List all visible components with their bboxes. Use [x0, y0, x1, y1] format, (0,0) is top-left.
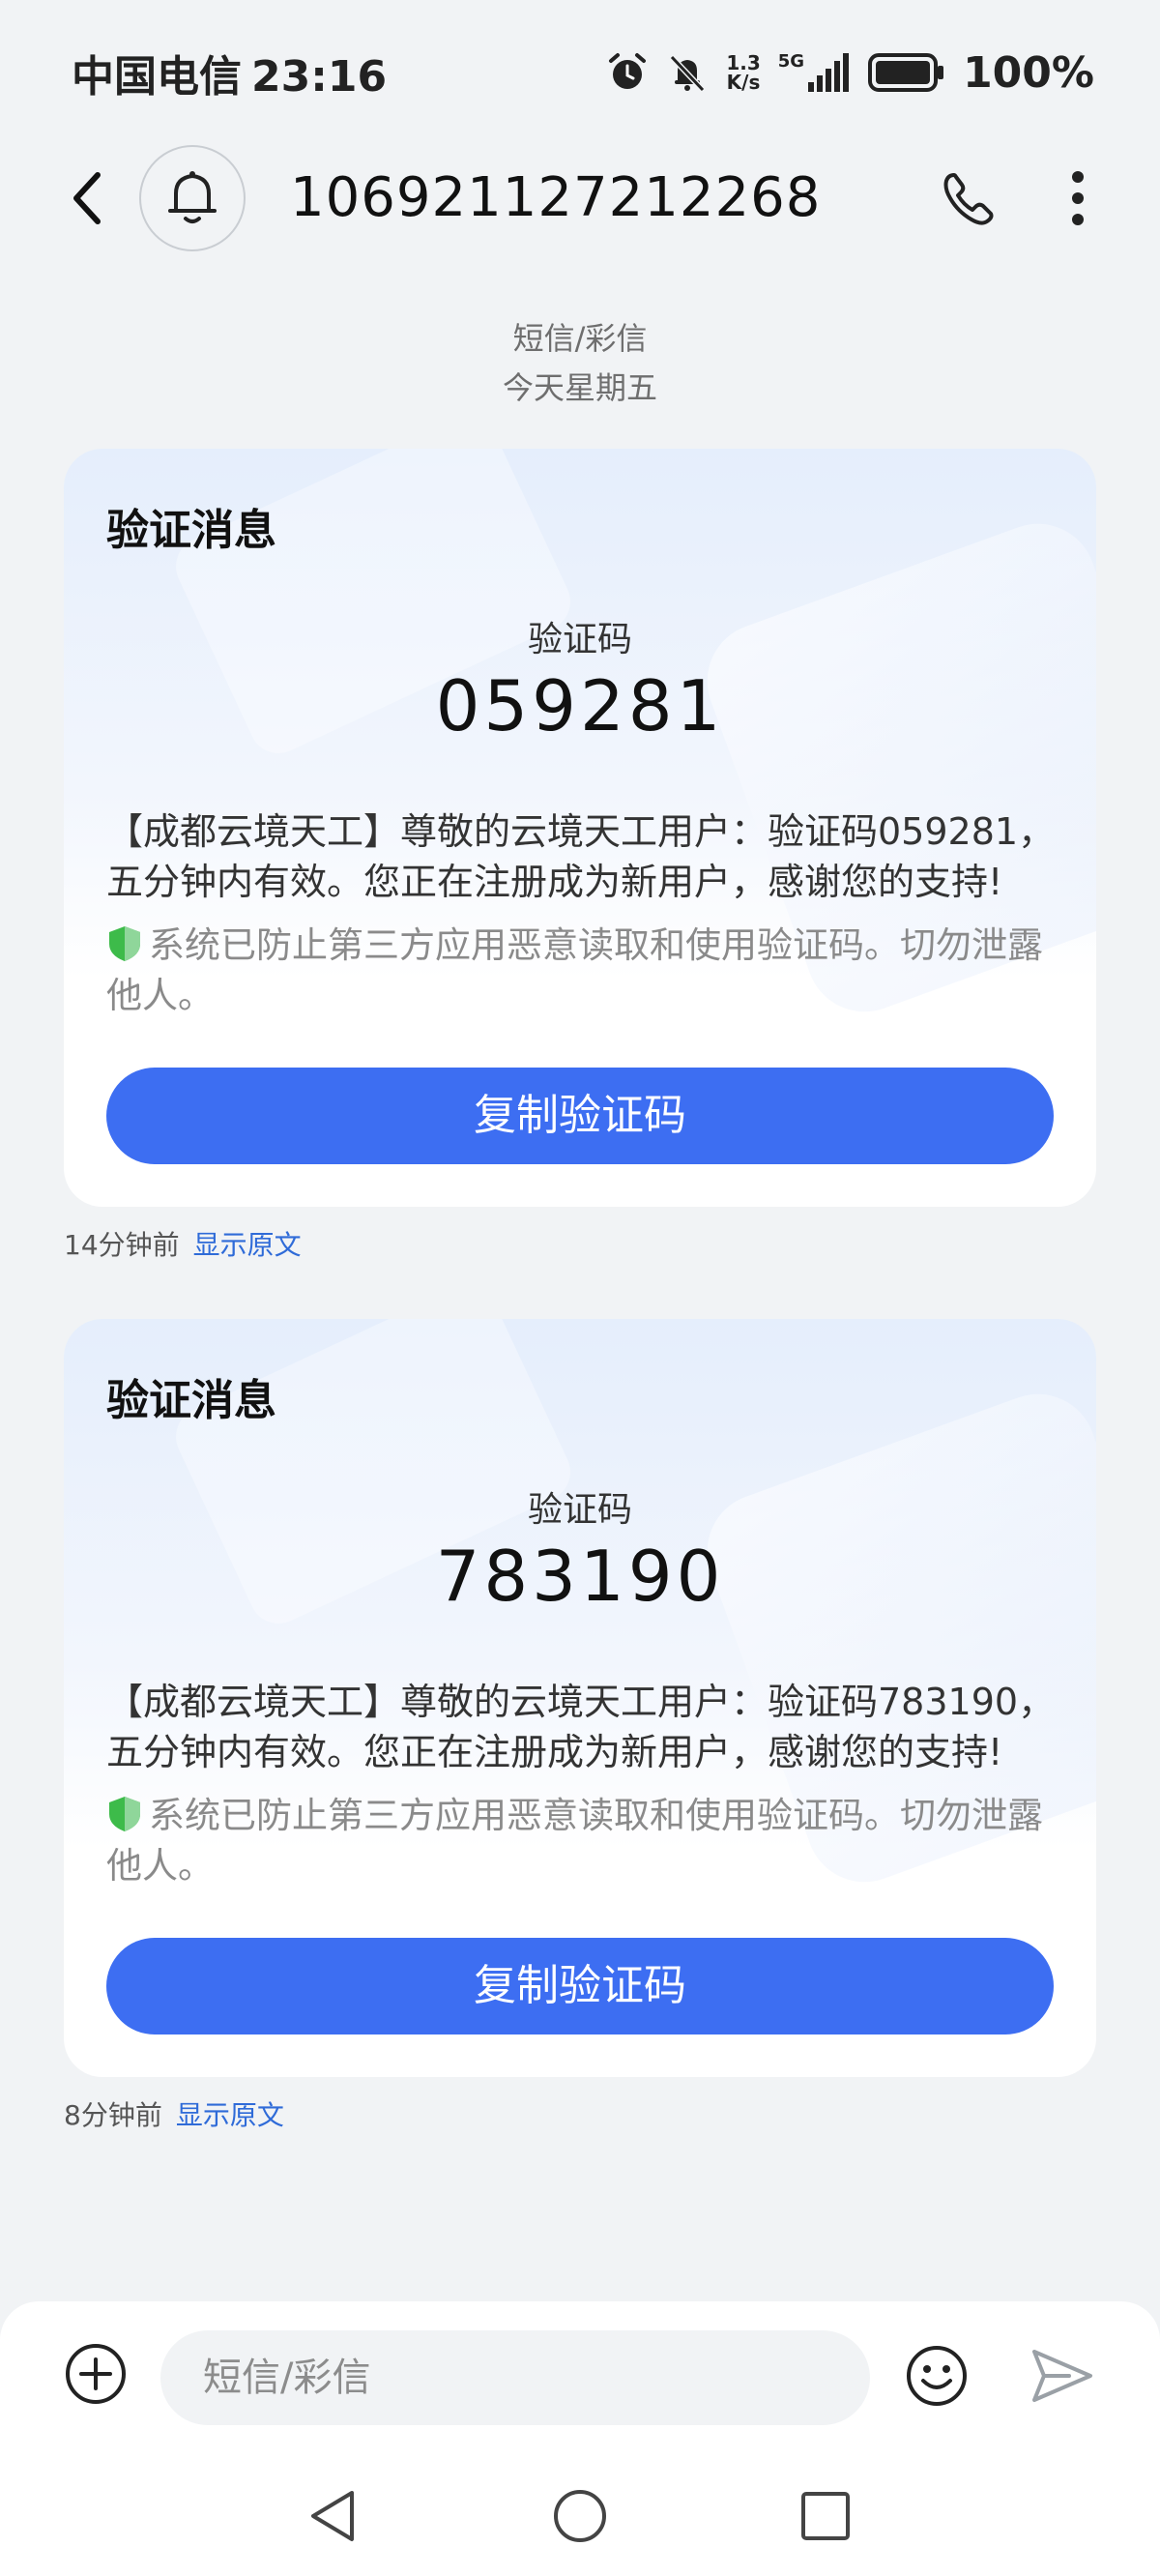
network-speed-value: 1.3: [726, 51, 761, 74]
card-title: 验证消息: [106, 1376, 276, 1425]
system-navigation-bar: [0, 2456, 1160, 2576]
thread-date-label: 今天星期五: [502, 369, 657, 406]
contact-number: 106921127212268: [290, 166, 822, 229]
back-button[interactable]: [60, 168, 114, 228]
signal-bars-icon: [808, 53, 850, 92]
phone-icon: [943, 173, 994, 225]
message-time: 8分钟前: [64, 2099, 162, 2131]
message-body[interactable]: 【成都云境天工】尊敬的云境天工用户：验证码059281，五分钟内有效。您正在注册…: [106, 806, 1073, 907]
copy-code-button[interactable]: 复制验证码: [106, 1938, 1054, 2034]
verification-code[interactable]: 059281: [64, 665, 1096, 746]
copy-code-button[interactable]: 复制验证码: [106, 1068, 1054, 1164]
network-speed: 1.3 K/s: [726, 53, 760, 92]
call-button[interactable]: [938, 168, 1000, 230]
battery-icon: [868, 53, 944, 92]
nav-back-icon[interactable]: [302, 2485, 363, 2547]
network-speed-unit: K/s: [726, 71, 761, 94]
bell-icon: [168, 171, 217, 223]
security-note: 系统已防止第三方应用恶意读取和使用验证码。切勿泄露他人。: [106, 921, 1073, 1021]
nav-home-icon[interactable]: [549, 2485, 611, 2547]
status-bar: 中国电信 23:16 1.3 K/s 5G 100%: [0, 0, 1160, 145]
back-arrow-icon: [73, 172, 101, 224]
nav-recents-icon[interactable]: [795, 2485, 856, 2547]
message-input[interactable]: [160, 2330, 870, 2425]
status-right: 1.3 K/s 5G 100%: [606, 48, 1094, 98]
code-label: 验证码: [527, 1490, 632, 1530]
status-left: 中国电信 23:16: [72, 42, 387, 103]
verification-card: 验证消息 验证码 059281 【成都云境天工】尊敬的云境天工用户：验证码059…: [64, 449, 1096, 1207]
more-options-button[interactable]: [1056, 164, 1100, 232]
emoji-icon[interactable]: [905, 2344, 969, 2408]
conversation-header: 106921127212268: [0, 145, 1160, 251]
show-original-link[interactable]: 显示原文: [176, 2094, 284, 2133]
thread-type-label: 短信/彩信: [512, 320, 648, 357]
more-vertical-icon: [1072, 171, 1084, 225]
shield-icon: [109, 1797, 140, 1831]
show-original-link[interactable]: 显示原文: [193, 1224, 302, 1263]
signal-strength: 5G: [778, 53, 851, 92]
plus-circle-icon[interactable]: [64, 2342, 128, 2406]
card-title: 验证消息: [106, 506, 276, 555]
alarm-icon: [609, 53, 647, 89]
security-note-text: 系统已防止第三方应用恶意读取和使用验证码。切勿泄露他人。: [106, 1795, 1043, 1887]
compose-bar: [0, 2301, 1160, 2456]
send-icon[interactable]: [1030, 2344, 1094, 2408]
sms-thread-screen: 中国电信 23:16 1.3 K/s 5G 100% 1069211272122…: [0, 0, 1160, 2576]
message-footer: 8分钟前 显示原文: [64, 2094, 284, 2133]
message-body[interactable]: 【成都云境天工】尊敬的云境天工用户：验证码783190，五分钟内有效。您正在注册…: [106, 1677, 1073, 1777]
message-time: 14分钟前: [64, 1229, 180, 1261]
battery-percent: 100%: [963, 47, 1094, 98]
carrier-name: 中国电信: [72, 52, 242, 102]
code-label: 验证码: [527, 620, 632, 659]
verification-code[interactable]: 783190: [64, 1536, 1096, 1617]
security-note: 系统已防止第三方应用恶意读取和使用验证码。切勿泄露他人。: [106, 1791, 1073, 1891]
message-footer: 14分钟前 显示原文: [64, 1224, 302, 1263]
security-note-text: 系统已防止第三方应用恶意读取和使用验证码。切勿泄露他人。: [106, 924, 1043, 1016]
mute-bell-icon: [670, 54, 706, 93]
shield-icon: [109, 926, 140, 961]
contact-avatar[interactable]: [139, 145, 246, 251]
verification-card: 验证消息 验证码 783190 【成都云境天工】尊敬的云境天工用户：验证码783…: [64, 1319, 1096, 2077]
network-type: 5G: [777, 51, 805, 72]
clock: 23:16: [251, 52, 388, 102]
